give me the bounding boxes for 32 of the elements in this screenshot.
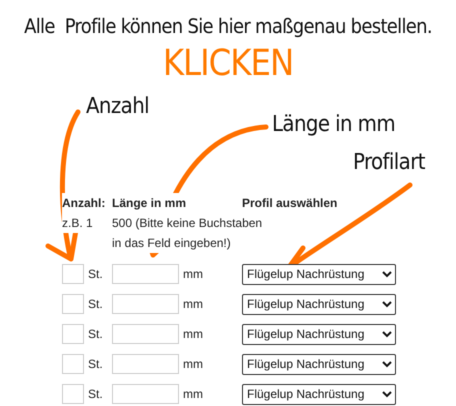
headline: Alle Profile können Sie hier maßgenau bestellen. [23,13,433,38]
unit-label: St. [88,297,103,311]
unit-label: St. [88,267,103,281]
example-quantity: z.B. 1 [62,213,93,233]
unit-label: St. [88,327,103,341]
column-header: Anzahl: [62,193,106,213]
profile-select[interactable]: Flügelup Nachrüstung [242,294,396,314]
length-input[interactable] [112,354,179,374]
profile-select[interactable]: Flügelup Nachrüstung [242,324,396,344]
profile-select[interactable]: Flügelup Nachrüstung [242,384,396,404]
annotation-label: Profilart [353,150,425,175]
unit-label: mm [183,267,203,281]
length-input[interactable] [112,264,179,284]
quantity-input[interactable] [62,384,84,404]
annotation-label: Länge in mm [272,112,396,137]
profile-select[interactable]: Flügelup Nachrüstung [242,354,396,374]
unit-label: mm [183,327,203,341]
unit-label: mm [183,387,203,401]
quantity-input[interactable] [62,264,84,284]
profile-select[interactable]: Flügelup Nachrüstung [242,264,396,284]
column-header: Länge in mm [112,193,186,213]
unit-label: St. [88,357,103,371]
annotation-label: Anzahl [86,94,150,119]
quantity-input[interactable] [62,354,84,374]
length-input[interactable] [112,384,179,404]
quantity-input[interactable] [62,324,84,344]
unit-label: mm [183,297,203,311]
unit-label: mm [183,357,203,371]
unit-label: St. [88,387,103,401]
length-input[interactable] [112,294,179,314]
quantity-input[interactable] [62,294,84,314]
length-input[interactable] [112,324,179,344]
